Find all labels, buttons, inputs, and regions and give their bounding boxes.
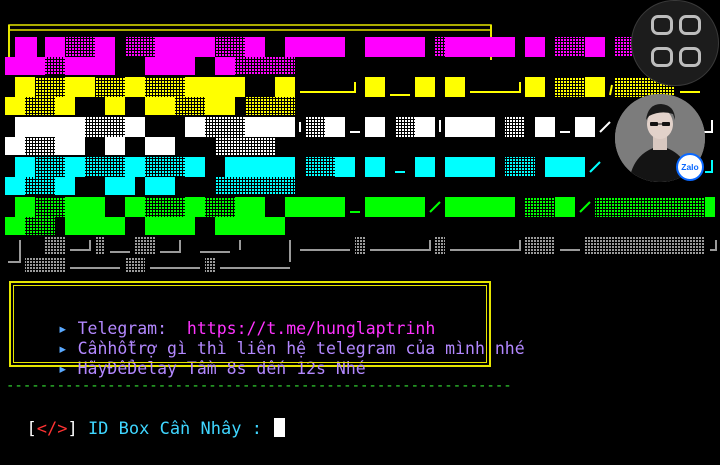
info-box: ▸ Telegram: https://t.me/hunglaptrinh ▸ … xyxy=(9,281,525,378)
arrow-right-icon: ▸ xyxy=(57,359,68,378)
input-prompt[interactable]: [</>] ID Box Cần Nhây : xyxy=(6,396,286,439)
code-tag-icon: </> xyxy=(36,419,68,439)
telegram-link[interactable]: https://t.me/hunglaptrinh xyxy=(187,319,435,338)
prompt-bracket-open: [ xyxy=(26,419,37,439)
arrow-right-icon: ▸ xyxy=(57,319,68,338)
arrow-right-icon: ▸ xyxy=(57,339,68,358)
assistive-touch-icon[interactable] xyxy=(631,0,719,86)
delay-text: HãyĐểDelay Tầm 8s đến 12s Nhé xyxy=(77,359,366,378)
zalo-badge-icon: Zalo xyxy=(676,153,704,181)
separator-line: ----------------------------------------… xyxy=(6,378,512,394)
telegram-line: ▸ Telegram: https://t.me/hunglaptrinh xyxy=(18,299,436,359)
terminal-cursor xyxy=(274,418,286,437)
prompt-label: ID Box Cần Nhây : xyxy=(77,419,273,439)
ascii-art-banner xyxy=(5,24,717,273)
support-text: Cầnhỗtrợ gì thì liên hệ telegram của mìn… xyxy=(77,339,525,358)
prompt-bracket-close: ] xyxy=(67,419,78,439)
telegram-label: Telegram: xyxy=(77,319,187,338)
